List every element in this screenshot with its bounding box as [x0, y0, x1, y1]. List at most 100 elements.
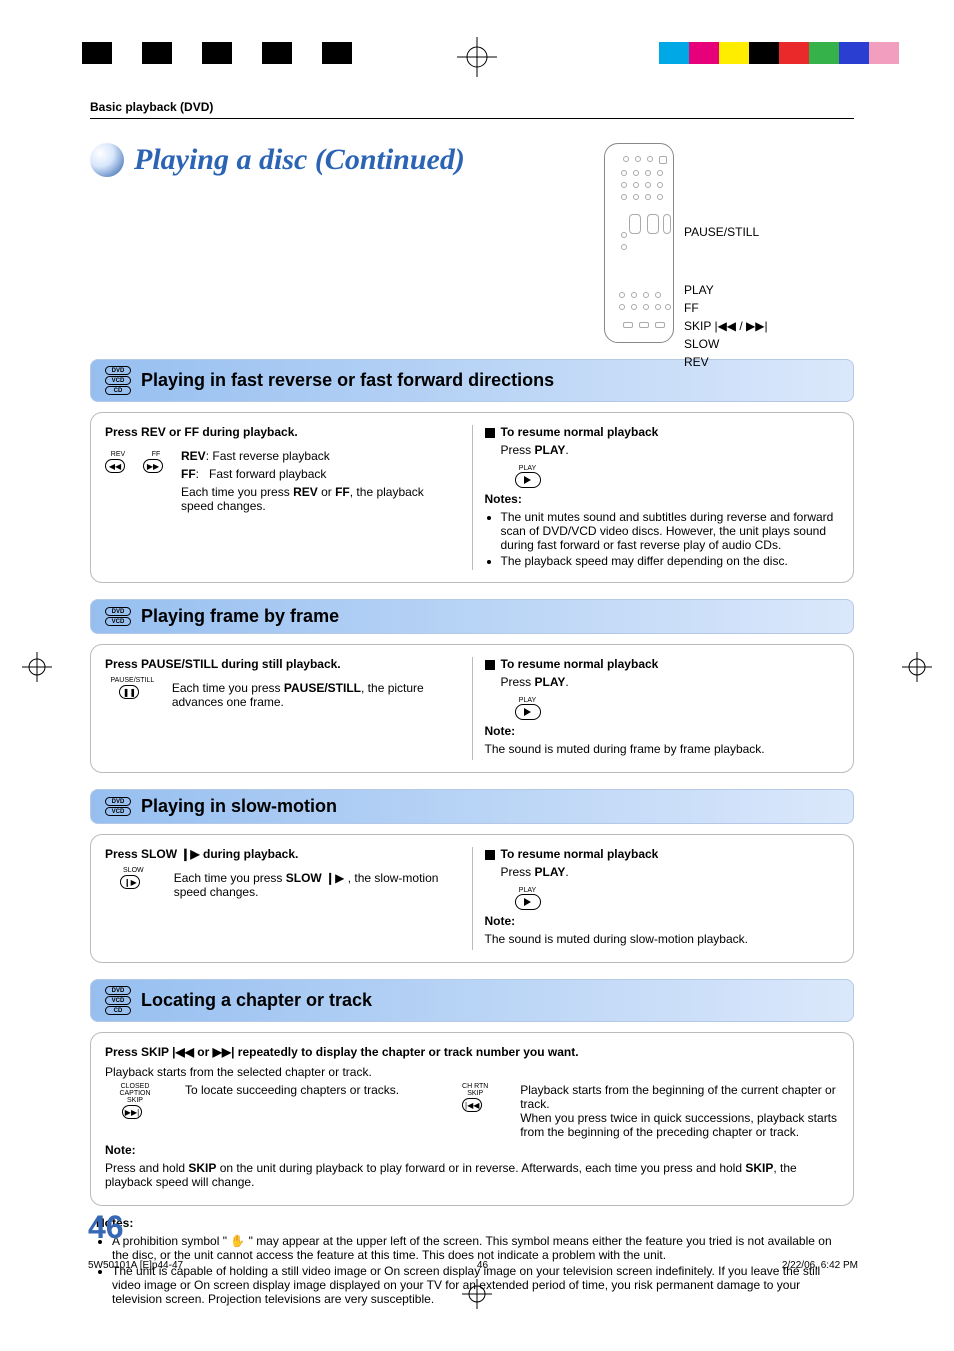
t: . — [565, 675, 568, 689]
section-body-frame: Press PAUSE/STILL during still playback.… — [90, 644, 854, 773]
rev-bold: REV — [181, 449, 206, 463]
note: The sound is muted during slow-motion pl… — [485, 932, 840, 946]
t: . — [565, 443, 568, 457]
section-title-frame: DVD VCD Playing frame by frame — [90, 599, 854, 634]
disc-dvd-icon: DVD — [105, 607, 131, 616]
play-button-icon: PLAY — [515, 887, 541, 910]
ff-button-icon: ▶▶ — [143, 459, 163, 473]
footer: 5W50101A [E]p44-47 46 2/22/06, 6:42 PM — [88, 1260, 858, 1271]
disc-dvd-icon: DVD — [105, 797, 131, 806]
section-body-slow: Press SLOW ❙▶ during playback. SLOW ❙▶ E… — [90, 834, 854, 963]
t-play: PLAY — [535, 865, 566, 879]
note-head: Note: — [105, 1143, 136, 1157]
divider — [472, 425, 473, 570]
ff-bold: FF — [181, 467, 196, 481]
section-body-ffrev: Press REV or FF during playback. REV◀◀ F… — [90, 412, 854, 583]
square-icon — [485, 850, 495, 860]
note-head: Note: — [485, 914, 516, 928]
pause-icon-label: PAUSE/STILL — [105, 677, 160, 684]
disc-vcd-icon: VCD — [105, 996, 131, 1005]
page-number: 46 — [88, 1209, 124, 1246]
slow-icon-label: SLOW — [105, 867, 162, 874]
section-title-slow: DVD VCD Playing in slow-motion — [90, 789, 854, 824]
remote-label-pause: PAUSE/STILL — [684, 223, 768, 241]
t: Each time you press — [172, 681, 284, 695]
printer-registration-marks — [0, 42, 954, 72]
footer-date: 2/22/06, 6:42 PM — [782, 1260, 858, 1271]
disc-dvd-icon: DVD — [105, 986, 131, 995]
remote-diagram: PAUSE/STILL PLAY FF SKIP |◀◀ / ▶▶| SLOW … — [604, 143, 854, 343]
remote-label-rev: REV — [684, 353, 768, 371]
note-head: Note: — [485, 724, 516, 738]
remote-label-ff: FF — [684, 299, 768, 317]
divider — [472, 847, 473, 950]
resume-head: To resume normal playback — [501, 657, 659, 671]
section-heading: Playing in slow-motion — [141, 796, 337, 817]
disc-icons: DVD VCD CD — [103, 366, 133, 395]
pause-button-icon: ❚❚ — [119, 685, 139, 699]
disc-vcd-icon: VCD — [105, 807, 131, 816]
notes-head: Notes: — [485, 492, 522, 506]
play-button-icon: PLAY — [515, 465, 541, 488]
locate-left-text: To locate succeeding chapters or tracks. — [185, 1083, 430, 1139]
disc-vcd-icon: VCD — [105, 376, 131, 385]
black-bar-strip — [82, 42, 352, 64]
rev-desc: Fast reverse playback — [212, 449, 329, 463]
square-icon — [485, 660, 495, 670]
t: Each time you press — [181, 485, 293, 499]
remote-label-slow: SLOW — [684, 335, 768, 353]
section-heading: Playing in fast reverse or fast forward … — [141, 370, 554, 391]
t-slow: SLOW — [286, 871, 322, 885]
divider — [472, 657, 473, 760]
color-bar-strip — [659, 42, 899, 64]
t: Each time you press — [174, 871, 286, 885]
disc-icons: DVD VCD — [103, 797, 133, 816]
disc-icons: DVD VCD CD — [103, 986, 133, 1015]
remote-labels: PAUSE/STILL PLAY FF SKIP |◀◀ / ▶▶| SLOW … — [684, 223, 768, 371]
section-heading: Playing frame by frame — [141, 606, 339, 627]
instruction-head: Press SLOW ❙▶ during playback. — [105, 847, 460, 861]
play-button-icon: PLAY — [515, 697, 541, 720]
rule — [90, 118, 854, 119]
disc-cd-icon: CD — [105, 1006, 131, 1015]
page-title-text: Playing a disc (Continued) — [134, 143, 465, 177]
t-ff: FF — [335, 485, 350, 499]
rev-icon-label: REV — [105, 451, 131, 458]
skip-label: SKIP — [450, 1090, 500, 1097]
t-or: or — [318, 485, 335, 499]
footer-page: 46 — [477, 1260, 488, 1271]
disc-vcd-icon: VCD — [105, 617, 131, 626]
instruction-head: Press REV or FF during playback. — [105, 425, 460, 439]
section-title-locate: DVD VCD CD Locating a chapter or track — [90, 979, 854, 1022]
registration-cross-icon — [902, 652, 932, 682]
t-pause: PAUSE/STILL — [284, 681, 361, 695]
note: The unit mutes sound and subtitles durin… — [501, 510, 840, 552]
slow-glyph-icon: ❙▶ — [325, 871, 344, 885]
breadcrumb: Basic playback (DVD) — [90, 100, 854, 114]
resume-head: To resume normal playback — [501, 847, 659, 861]
t-play: PLAY — [535, 443, 566, 457]
section-heading: Locating a chapter or track — [141, 990, 372, 1011]
cc-label: CLOSED CAPTION — [105, 1083, 165, 1097]
t-skip: SKIP — [745, 1161, 773, 1175]
t: Press — [501, 865, 535, 879]
disc-icons: DVD VCD — [103, 607, 133, 626]
page-title: Playing a disc (Continued) — [90, 143, 584, 177]
t-skip: SKIP — [188, 1161, 216, 1175]
square-icon — [485, 428, 495, 438]
note: The playback speed may differ depending … — [501, 554, 840, 568]
remote-label-play: PLAY — [684, 281, 768, 299]
global-note: A prohibition symbol " ✋ " may appear at… — [112, 1234, 848, 1262]
remote-label-skip: SKIP |◀◀ / ▶▶| — [684, 317, 768, 335]
note: The sound is muted during frame by frame… — [485, 742, 840, 756]
t: Press and hold — [105, 1161, 188, 1175]
remote-outline — [604, 143, 674, 343]
t-play: PLAY — [535, 675, 566, 689]
skip-label: SKIP — [105, 1097, 165, 1104]
resume-head: To resume normal playback — [501, 425, 659, 439]
disc-cd-icon: CD — [105, 386, 131, 395]
skip-next-button-icon: ▶▶| — [122, 1105, 142, 1119]
global-notes-head: Notes: — [96, 1216, 848, 1230]
instruction-head: Press PAUSE/STILL during still playback. — [105, 657, 460, 671]
t: Press — [501, 443, 535, 457]
